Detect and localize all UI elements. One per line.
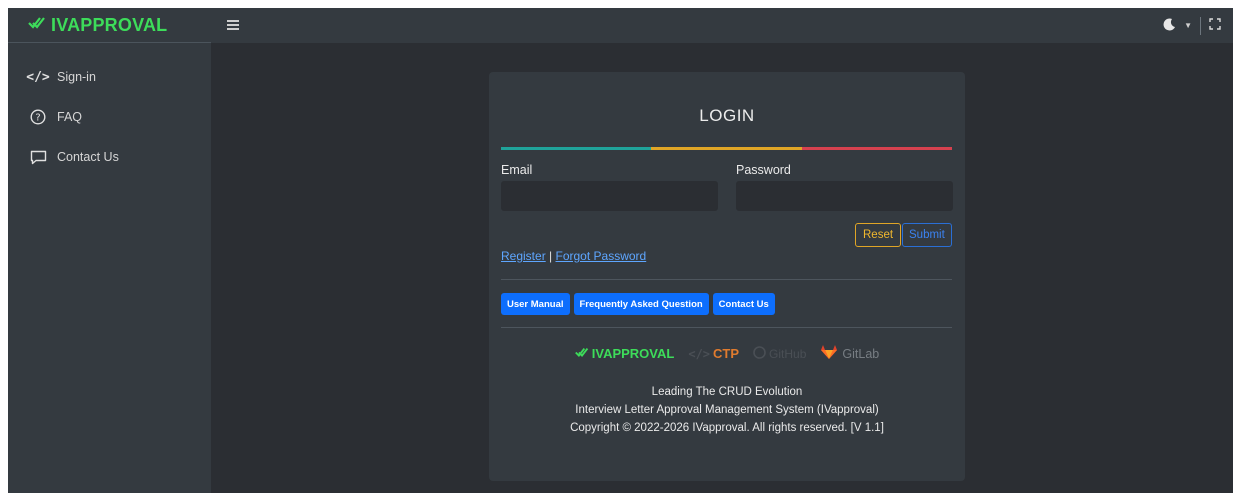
quick-links: User Manual Frequently Asked Question Co… [501,293,775,315]
gitlab-logo[interactable]: GitLab [820,344,879,363]
divider-segment [501,147,652,150]
svg-text:?: ? [35,113,40,124]
topbar-divider [1200,16,1201,35]
ctp-logo-text: CTP [713,346,740,361]
link-separator: | [549,249,553,263]
moon-icon[interactable] [1163,17,1176,34]
question-circle-icon: ? [27,109,49,125]
divider [501,279,952,280]
sidebar-item-label: Contact Us [57,150,119,164]
github-icon [753,345,766,362]
double-check-icon [574,346,589,361]
account-links: Register | Forgot Password [501,249,646,263]
register-link[interactable]: Register [501,249,546,263]
user-manual-button[interactable]: User Manual [501,293,570,315]
gitlab-fox-icon [820,344,838,363]
login-card: LOGIN Email Password Reset Submit Regist… [489,72,965,481]
sidebar-item-faq[interactable]: ? FAQ [8,97,211,137]
hamburger-icon[interactable] [227,17,239,34]
partner-logos: IVAPPROVAL </> CTP GitHub GitLab [489,344,965,363]
github-logo-text: GitHub [769,346,807,361]
code-icon: </> [688,346,711,361]
email-field[interactable] [501,181,718,211]
footer-copyright: Copyright © 2022-2026 IVapproval. All ri… [570,422,884,434]
email-label: Email [501,163,533,177]
forgot-password-link[interactable]: Forgot Password [556,249,647,263]
topbar-actions: ▼ [1163,8,1221,43]
fullscreen-icon[interactable] [1209,18,1221,33]
code-icon: </> [26,69,50,85]
app-window: IVAPPROVAL ▼ </> Sign-in ? FAQ Contact U… [8,8,1233,493]
ivapproval-logo[interactable]: IVAPPROVAL [574,346,675,361]
top-navbar: IVAPPROVAL ▼ [8,8,1233,43]
gitlab-logo-text: GitLab [842,346,880,361]
password-field[interactable] [736,181,953,211]
sidebar-item-label: Sign-in [57,70,96,84]
password-label: Password [736,163,791,177]
divider [501,327,952,328]
ivapproval-logo-text: IVAPPROVAL [591,346,675,361]
submit-button[interactable]: Submit [902,223,952,247]
reset-button[interactable]: Reset [855,223,902,247]
ctp-logo[interactable]: </> CTP [688,346,739,361]
contact-us-button[interactable]: Contact Us [712,293,775,315]
title-divider [501,147,952,150]
footer-system-name: Interview Letter Approval Management Sys… [575,404,879,416]
chevron-down-icon[interactable]: ▼ [1184,21,1192,30]
double-check-icon [28,15,46,35]
chat-icon [27,150,49,165]
sidebar-item-label: FAQ [57,110,83,124]
sidebar-item-sign-in[interactable]: </> Sign-in [8,57,211,97]
sidebar-item-contact-us[interactable]: Contact Us [8,137,211,177]
divider-segment [801,147,952,150]
faq-button[interactable]: Frequently Asked Question [573,293,709,315]
sidebar: </> Sign-in ? FAQ Contact Us [8,43,211,493]
page-title: LOGIN [699,106,755,125]
brand-logo[interactable]: IVAPPROVAL [8,8,211,43]
footer-tagline: Leading The CRUD Evolution [651,386,803,398]
brand-name: IVAPPROVAL [51,14,168,35]
github-logo[interactable]: GitHub [753,345,807,362]
divider-segment [651,147,802,150]
